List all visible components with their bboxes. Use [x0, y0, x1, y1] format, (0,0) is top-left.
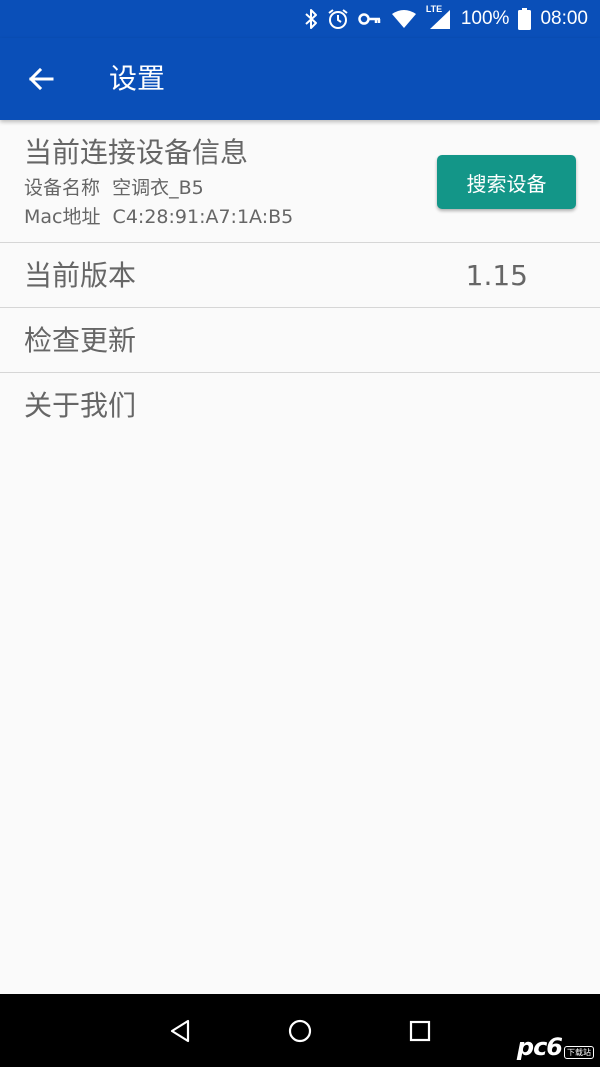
battery-percent: 100% — [460, 8, 510, 29]
bluetooth-icon — [305, 9, 317, 29]
nav-recents-button[interactable] — [405, 1016, 435, 1046]
back-triangle-icon — [170, 1019, 190, 1043]
wifi-icon — [391, 10, 416, 28]
home-circle-icon — [288, 1019, 312, 1043]
watermark-logo: pc6 — [516, 1033, 563, 1061]
check-update-label: 检查更新 — [24, 324, 137, 357]
check-update-row[interactable]: 检查更新 — [0, 308, 600, 373]
status-icons: LTE 100% 08:00 — [304, 4, 588, 32]
watermark-badge: 下载站 — [564, 1046, 594, 1059]
recents-square-icon — [409, 1020, 431, 1042]
nav-back-button[interactable] — [165, 1016, 195, 1046]
battery-icon — [518, 8, 532, 30]
signal-indicator: LTE — [426, 4, 452, 30]
page-title: 设置 — [109, 62, 166, 95]
about-us-label: 关于我们 — [24, 389, 137, 422]
about-us-row[interactable]: 关于我们 — [0, 373, 600, 438]
signal-icon — [429, 10, 450, 29]
nav-home-button[interactable] — [285, 1016, 315, 1046]
vpn-key-icon — [358, 13, 381, 25]
version-row: 当前版本 1.15 — [0, 243, 600, 308]
clock: 08:00 — [540, 8, 588, 29]
device-info-section: 当前连接设备信息 设备名称 空调衣_B5 Mac地址 C4:28:91:A7:1… — [0, 120, 600, 243]
status-bar: LTE 100% 08:00 — [0, 0, 600, 38]
device-mac-address: Mac地址 C4:28:91:A7:1A:B5 — [24, 206, 294, 228]
alarm-icon — [328, 9, 348, 29]
app-bar: 设置 — [0, 38, 600, 120]
navigation-bar: pc6 下载站 — [0, 994, 600, 1067]
device-info-title: 当前连接设备信息 — [24, 136, 249, 169]
settings-list: 当前连接设备信息 设备名称 空调衣_B5 Mac地址 C4:28:91:A7:1… — [0, 120, 600, 438]
search-device-button[interactable]: 搜索设备 — [437, 155, 576, 209]
arrow-back-icon — [28, 67, 54, 91]
version-value: 1.15 — [465, 259, 528, 292]
version-label: 当前版本 — [24, 259, 137, 292]
device-name: 设备名称 空调衣_B5 — [24, 177, 204, 199]
back-button[interactable] — [20, 59, 62, 99]
watermark: pc6 下载站 — [517, 1033, 594, 1061]
